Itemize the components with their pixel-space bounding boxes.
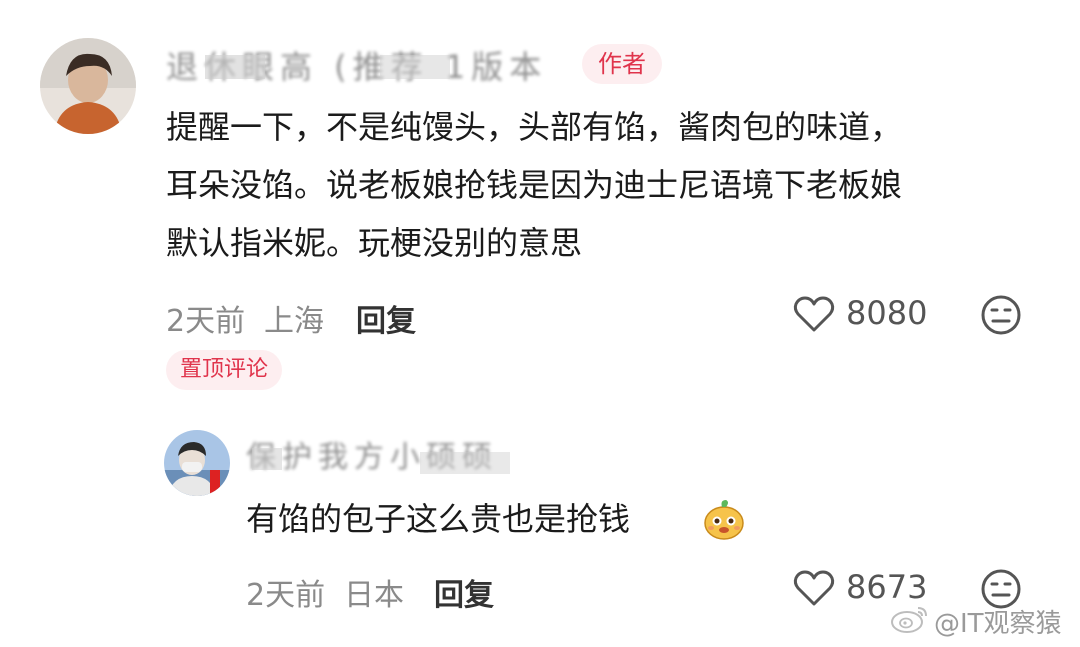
comment-text: 提醒一下，不是纯馒头，头部有馅，酱肉包的味道， 耳朵没馅。说老板娘抢钱是因为迪士… [166, 98, 1046, 272]
like-button[interactable] [792, 566, 836, 610]
reply-button[interactable]: 回复 [434, 570, 494, 614]
comment-location: 上海 [264, 304, 324, 339]
username-mosaic [252, 448, 282, 470]
comment-time: 2天前 [246, 578, 326, 613]
comment-location: 日本 [344, 578, 404, 613]
like-count: 8080 [846, 294, 928, 332]
neutral-face-icon [981, 295, 1021, 335]
author-badge: 作者 [582, 44, 662, 84]
watermark-text: @IT观察猿 [934, 609, 1062, 639]
username-mosaic [420, 452, 510, 474]
like-button[interactable] [792, 292, 836, 336]
weibo-logo-icon [890, 602, 930, 634]
username-mosaic [380, 55, 450, 79]
username-mosaic [205, 55, 265, 79]
pudding-face-emoji [702, 498, 746, 540]
avatar[interactable] [40, 38, 136, 134]
like-count: 8673 [846, 568, 928, 606]
reply-button[interactable]: 回复 [356, 296, 416, 340]
comment-time: 2天前 [166, 304, 246, 339]
heart-icon [793, 570, 835, 606]
comment-line: 有馅的包子这么贵也是抢钱 [246, 500, 631, 538]
comment-text: 有馅的包子这么贵也是抢钱 [246, 490, 630, 548]
heart-icon [793, 296, 835, 332]
comment-line: 提醒一下，不是纯馒头，头部有馅，酱肉包的味道， [166, 108, 903, 146]
comment-line: 默认指米妮。玩梗没别的意思 [166, 224, 583, 262]
comment-line: 耳朵没馅。说老板娘抢钱是因为迪士尼语境下老板娘 [166, 166, 903, 204]
avatar[interactable] [164, 430, 230, 496]
pinned-badge: 置顶评论 [166, 350, 283, 390]
dislike-button[interactable] [980, 294, 1022, 336]
